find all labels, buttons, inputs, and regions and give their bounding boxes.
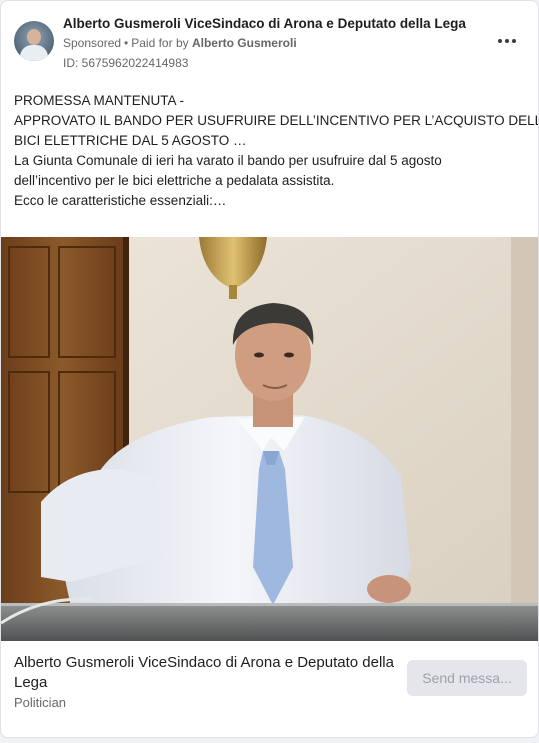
ad-footer: Alberto Gusmeroli ViceSindaco di Arona e… (1, 641, 538, 737)
post-line: BICI ELETTRICHE DAL 5 AGOSTO … (14, 133, 247, 148)
post-line: Ecco le caratteristiche essenziali:… (14, 193, 227, 208)
post-line: APPROVATO IL BANDO PER USUFRUIRE DELL’IN… (14, 113, 539, 128)
post-line: dell’incentivo per le bici elettriche a … (14, 173, 335, 188)
more-options-button[interactable] (493, 29, 521, 53)
separator: • (124, 36, 129, 50)
more-dots-icon (498, 39, 516, 43)
footer-category: Politician (14, 695, 67, 710)
paid-for-prefix: Paid for by (131, 36, 189, 50)
post-line: PROMESSA MANTENUTA - (14, 93, 185, 108)
send-message-button[interactable]: Send messa... (407, 660, 527, 696)
avatar[interactable] (14, 21, 54, 61)
page-name-link[interactable]: Alberto Gusmeroli ViceSindaco di Arona e… (63, 16, 466, 31)
paid-for-name: Alberto Gusmeroli (191, 36, 297, 50)
sponsored-label: Sponsored (63, 36, 122, 50)
ad-photo[interactable] (1, 237, 538, 641)
footer-page-title[interactable]: Alberto Gusmeroli ViceSindaco di Arona e… (14, 653, 394, 693)
ad-card: Alberto Gusmeroli ViceSindaco di Arona e… (0, 0, 539, 738)
sponsored-line: Sponsored • Paid for by Alberto Gusmeroli (63, 36, 297, 50)
post-line: La Giunta Comunale di ieri ha varato il … (14, 153, 442, 168)
post-text: PROMESSA MANTENUTA - APPROVATO IL BANDO … (14, 91, 539, 211)
ad-id: ID: 5675962022414983 (63, 56, 189, 70)
ad-header: Alberto Gusmeroli ViceSindaco di Arona e… (1, 1, 538, 81)
